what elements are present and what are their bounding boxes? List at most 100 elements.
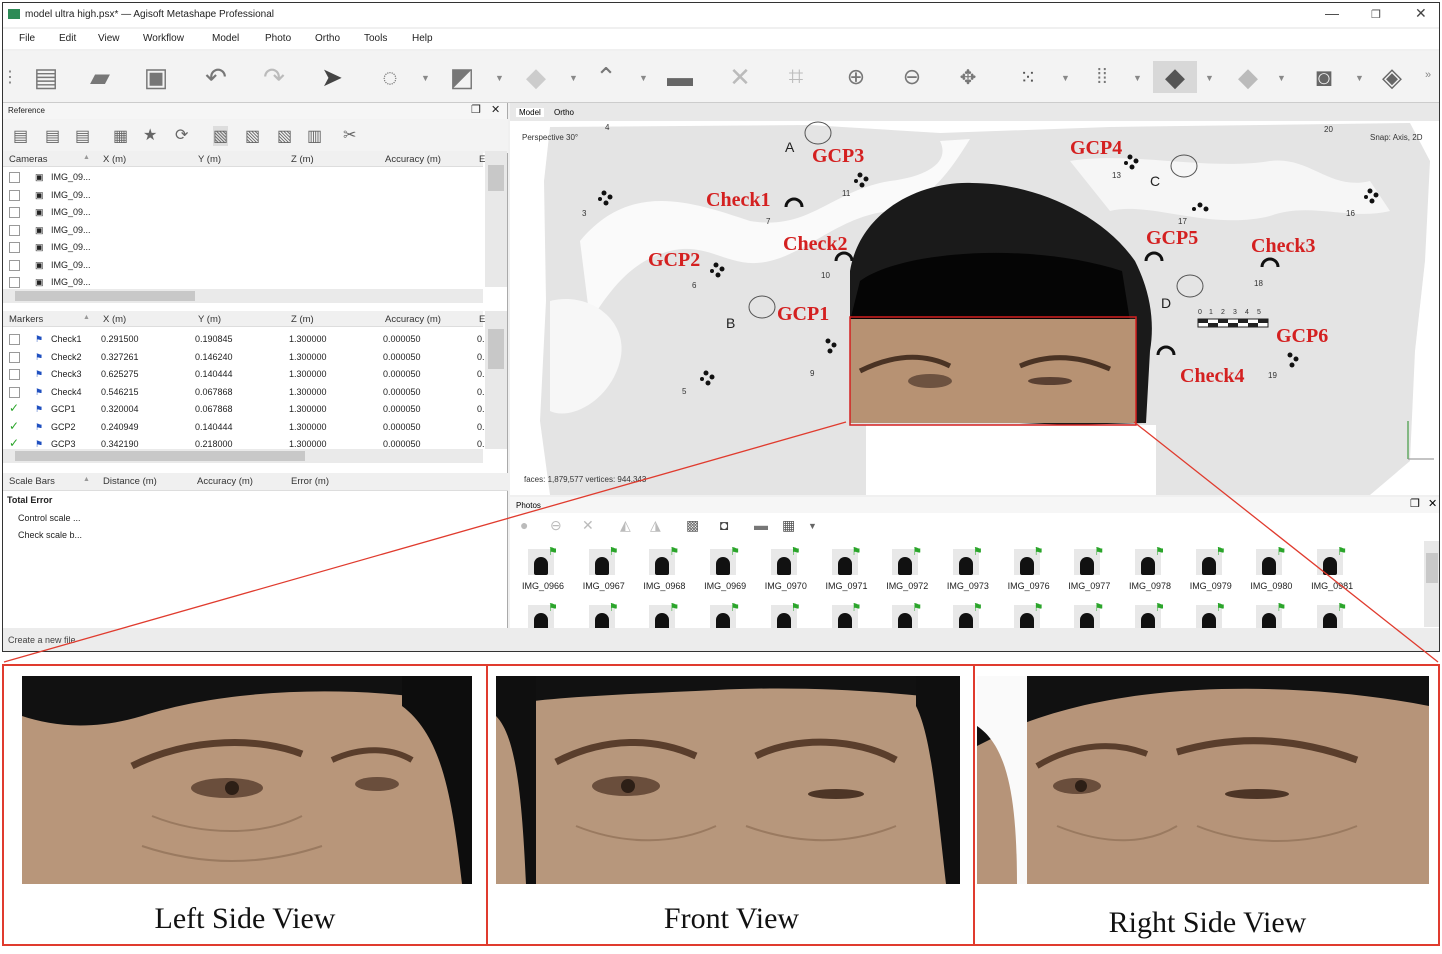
- dropdown-icon[interactable]: ▼: [639, 73, 648, 83]
- photo-thumbnail[interactable]: ⚑: [1064, 545, 1113, 575]
- marker-accuracy[interactable]: 0.000050: [383, 352, 421, 362]
- table-icon[interactable]: ▥: [307, 126, 322, 146]
- enable-checkbox[interactable]: [9, 259, 20, 271]
- photo-thumbnail[interactable]: ⚑: [639, 545, 688, 575]
- enable-checkbox[interactable]: [9, 242, 20, 253]
- dropdown-icon[interactable]: ▼: [1061, 73, 1070, 83]
- col-y[interactable]: Y (m): [198, 314, 221, 325]
- photo-thumbnail[interactable]: ⚑: [942, 601, 991, 631]
- marker-row[interactable]: ✓ ⚑ GCP1 0.320004 0.067868 1.300000 0.000050 0.…: [3, 401, 488, 419]
- enable-checkbox[interactable]: [9, 189, 20, 201]
- marker-gcp1[interactable]: GCP1: [777, 303, 829, 326]
- dropdown-icon[interactable]: ▼: [569, 73, 578, 83]
- menu-photo[interactable]: Photo: [265, 33, 291, 44]
- ruler-icon[interactable]: ▬: [663, 61, 697, 93]
- photo-thumbnail[interactable]: ⚑: [760, 601, 809, 631]
- filter-icon[interactable]: ▩: [686, 517, 699, 534]
- new-file-icon[interactable]: ▤: [29, 61, 63, 93]
- col-accuracy[interactable]: Accuracy (m): [385, 154, 441, 165]
- dropdown-icon[interactable]: ▼: [1205, 73, 1214, 83]
- menu-edit[interactable]: Edit: [59, 33, 76, 44]
- open-folder-icon[interactable]: ▰: [83, 61, 117, 93]
- model-shaded-icon[interactable]: ◆: [1153, 61, 1197, 93]
- marker-y[interactable]: 0.146240: [195, 352, 233, 362]
- photo-thumbnail[interactable]: ⚑: [518, 601, 566, 631]
- float-icon[interactable]: ❐: [1410, 497, 1420, 510]
- col-error[interactable]: Error (m): [291, 476, 329, 487]
- photo-thumbnail[interactable]: ⚑: [942, 545, 991, 575]
- markers-vscroll[interactable]: [485, 311, 507, 449]
- star-icon[interactable]: ★: [143, 125, 157, 145]
- calculator-icon[interactable]: ▦: [113, 126, 128, 146]
- camera-icon[interactable]: ◙: [1307, 61, 1341, 93]
- rotate-select-icon[interactable]: ◌: [373, 61, 407, 93]
- tab-ortho[interactable]: Ortho: [554, 108, 574, 117]
- photo-thumbnail[interactable]: ⚑: [1003, 601, 1052, 631]
- col-accuracy[interactable]: Accuracy (m): [197, 476, 253, 487]
- photo-thumbnail[interactable]: ⚑: [882, 545, 931, 575]
- photo-thumbnail[interactable]: ⚑: [821, 601, 870, 631]
- minimize-button[interactable]: —: [1325, 5, 1339, 21]
- control-scale-row[interactable]: Control scale ...: [18, 513, 81, 523]
- image-icon[interactable]: ▬: [754, 517, 768, 533]
- marker-z[interactable]: 1.300000: [289, 334, 327, 344]
- marker-y[interactable]: 0.140444: [195, 422, 233, 432]
- marker-x[interactable]: 0.342190: [101, 439, 139, 449]
- marker-x[interactable]: 0.327261: [101, 352, 139, 362]
- photo-thumbnail[interactable]: ⚑: [1246, 545, 1295, 575]
- shape-icon[interactable]: ◆: [519, 61, 553, 93]
- mask-icon[interactable]: ◘: [720, 517, 728, 533]
- photo-thumbnail[interactable]: ⚑: [700, 545, 749, 575]
- menu-workflow[interactable]: Workflow: [143, 33, 184, 44]
- col-accuracy[interactable]: Accuracy (m): [385, 314, 441, 325]
- grid-icon[interactable]: ▦: [782, 517, 795, 534]
- photo-thumbnail[interactable]: ⚑: [1246, 601, 1295, 631]
- photo-thumbnail[interactable]: ⚑: [1125, 545, 1173, 575]
- region-icon[interactable]: ◩: [445, 61, 479, 93]
- close-pane-icon[interactable]: ✕: [1428, 497, 1437, 510]
- camera-row[interactable]: ▣ IMG_09...: [3, 187, 483, 205]
- marker-z[interactable]: 1.300000: [289, 387, 327, 397]
- marker-x[interactable]: 0.240949: [101, 422, 139, 432]
- disable-icon[interactable]: ⊖: [550, 517, 562, 534]
- settings-tools-icon[interactable]: ✂: [343, 125, 356, 145]
- photo-thumbnail[interactable]: ⚑: [1185, 545, 1234, 575]
- dropdown-icon[interactable]: ▼: [495, 73, 504, 83]
- col-scalebars[interactable]: Scale Bars: [9, 476, 55, 487]
- col-y[interactable]: Y (m): [198, 154, 221, 165]
- zoom-in-icon[interactable]: ⊕: [839, 61, 873, 93]
- camera-row[interactable]: ▣ IMG_09...: [3, 169, 483, 187]
- marker-x[interactable]: 0.320004: [101, 404, 139, 414]
- update-icon[interactable]: ⟳: [175, 125, 188, 145]
- camera-row[interactable]: ▣ IMG_09...: [3, 239, 483, 257]
- marker-gcp4[interactable]: GCP4: [1070, 137, 1122, 160]
- tiled-model-icon[interactable]: ◆: [1231, 61, 1265, 93]
- marker-accuracy[interactable]: 0.000050: [383, 369, 421, 379]
- markers-hscroll[interactable]: [3, 449, 483, 463]
- menu-ortho[interactable]: Ortho: [315, 33, 340, 44]
- more-icon[interactable]: »: [1425, 69, 1431, 81]
- col-distance[interactable]: Distance (m): [103, 476, 157, 487]
- delete-icon[interactable]: ✕: [723, 61, 757, 93]
- undo-icon[interactable]: ↶: [199, 61, 233, 93]
- enable-checkbox[interactable]: [9, 334, 20, 345]
- marker-row[interactable]: ⚑ Check4 0.546215 0.067868 1.300000 0.000050 0…: [3, 384, 488, 402]
- marker-y[interactable]: 0.140444: [195, 369, 233, 379]
- model-scene[interactable]: Perspective 30° Snap: Axis, 2D faces: 1,…: [510, 121, 1439, 495]
- marker-z[interactable]: 1.300000: [289, 439, 327, 449]
- marker-x[interactable]: 0.625275: [101, 369, 139, 379]
- photo-thumbnail[interactable]: ⚑: [639, 601, 688, 631]
- remove-icon[interactable]: ✕: [582, 517, 594, 534]
- marker-z[interactable]: 1.300000: [289, 404, 327, 414]
- marker-accuracy[interactable]: 0.000050: [383, 334, 421, 344]
- dropdown-icon[interactable]: ▼: [1277, 73, 1286, 83]
- marker-y[interactable]: 0.067868: [195, 404, 233, 414]
- photo-thumbnail[interactable]: ⚑: [578, 545, 627, 575]
- marker-accuracy[interactable]: 0.000050: [383, 387, 421, 397]
- save-icon[interactable]: ▣: [139, 61, 173, 93]
- marker-gcp2[interactable]: GCP2: [648, 249, 700, 272]
- restore-button[interactable]: ❐: [1371, 8, 1381, 21]
- photo-thumbnail[interactable]: ⚑: [1307, 601, 1356, 631]
- enable-checkbox[interactable]: [9, 386, 20, 398]
- marker-z[interactable]: 1.300000: [289, 369, 327, 379]
